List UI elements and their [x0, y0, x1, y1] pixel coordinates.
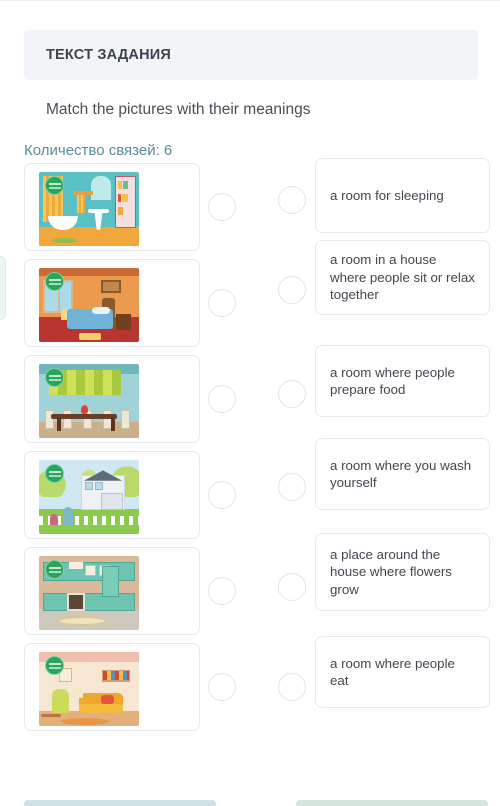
watermark-badge-icon — [45, 176, 64, 195]
image-card[interactable] — [24, 355, 200, 443]
definition-text: a room for sleeping — [330, 187, 444, 203]
definition-card[interactable]: a room where people eat — [315, 636, 490, 708]
footer-button-right[interactable] — [296, 800, 488, 806]
connector-dot-right[interactable] — [278, 673, 306, 701]
image-card[interactable] — [24, 451, 200, 539]
footer-button-left[interactable] — [24, 800, 216, 806]
definition-card[interactable]: a place around the house where flowers g… — [315, 533, 490, 611]
image-card[interactable] — [24, 643, 200, 731]
task-page: ТЕКСТ ЗАДАНИЯ Match the pictures with th… — [0, 0, 500, 806]
definition-card[interactable]: a room in a house where people sit or re… — [315, 240, 490, 315]
connector-dot-left[interactable] — [208, 577, 236, 605]
connector-dot-right[interactable] — [278, 573, 306, 601]
image-card[interactable] — [24, 163, 200, 251]
definition-text: a room where you wash yourself — [330, 457, 472, 491]
top-divider — [0, 0, 500, 1]
thumbnail-image — [39, 268, 139, 342]
thumbnail-image — [39, 556, 139, 630]
connector-dot-left[interactable] — [208, 673, 236, 701]
task-header-bar: ТЕКСТ ЗАДАНИЯ — [24, 30, 478, 80]
connector-dot-left[interactable] — [208, 385, 236, 413]
definition-card[interactable]: a room where you wash yourself — [315, 438, 490, 510]
definition-text: a room where people eat — [330, 655, 455, 689]
definition-card[interactable]: a room where people prepare food — [315, 345, 490, 417]
connector-dot-left[interactable] — [208, 193, 236, 221]
image-card[interactable] — [24, 547, 200, 635]
definition-text: a room where people prepare food — [330, 364, 455, 398]
link-count-label: Количество связей: 6 — [24, 142, 173, 159]
watermark-badge-icon — [45, 656, 64, 675]
left-edge-tab[interactable] — [0, 256, 6, 320]
watermark-badge-icon — [45, 272, 64, 291]
connector-dot-left[interactable] — [208, 481, 236, 509]
connector-dot-right[interactable] — [278, 380, 306, 408]
thumbnail-image — [39, 460, 139, 534]
connector-dot-right[interactable] — [278, 276, 306, 304]
definition-text: a room in a house where people sit or re… — [330, 252, 475, 303]
connector-dot-left[interactable] — [208, 289, 236, 317]
connector-dot-right[interactable] — [278, 473, 306, 501]
watermark-badge-icon — [45, 368, 64, 387]
watermark-badge-icon — [45, 560, 64, 579]
image-card[interactable] — [24, 259, 200, 347]
page-title: ТЕКСТ ЗАДАНИЯ — [46, 47, 171, 63]
thumbnail-image — [39, 172, 139, 246]
instruction-text: Match the pictures with their meanings — [46, 101, 311, 118]
definition-card[interactable]: a room for sleeping — [315, 158, 490, 233]
thumbnail-image — [39, 364, 139, 438]
connector-dot-right[interactable] — [278, 186, 306, 214]
watermark-badge-icon — [45, 464, 64, 483]
definition-text: a place around the house where flowers g… — [330, 546, 452, 597]
thumbnail-image — [39, 652, 139, 726]
